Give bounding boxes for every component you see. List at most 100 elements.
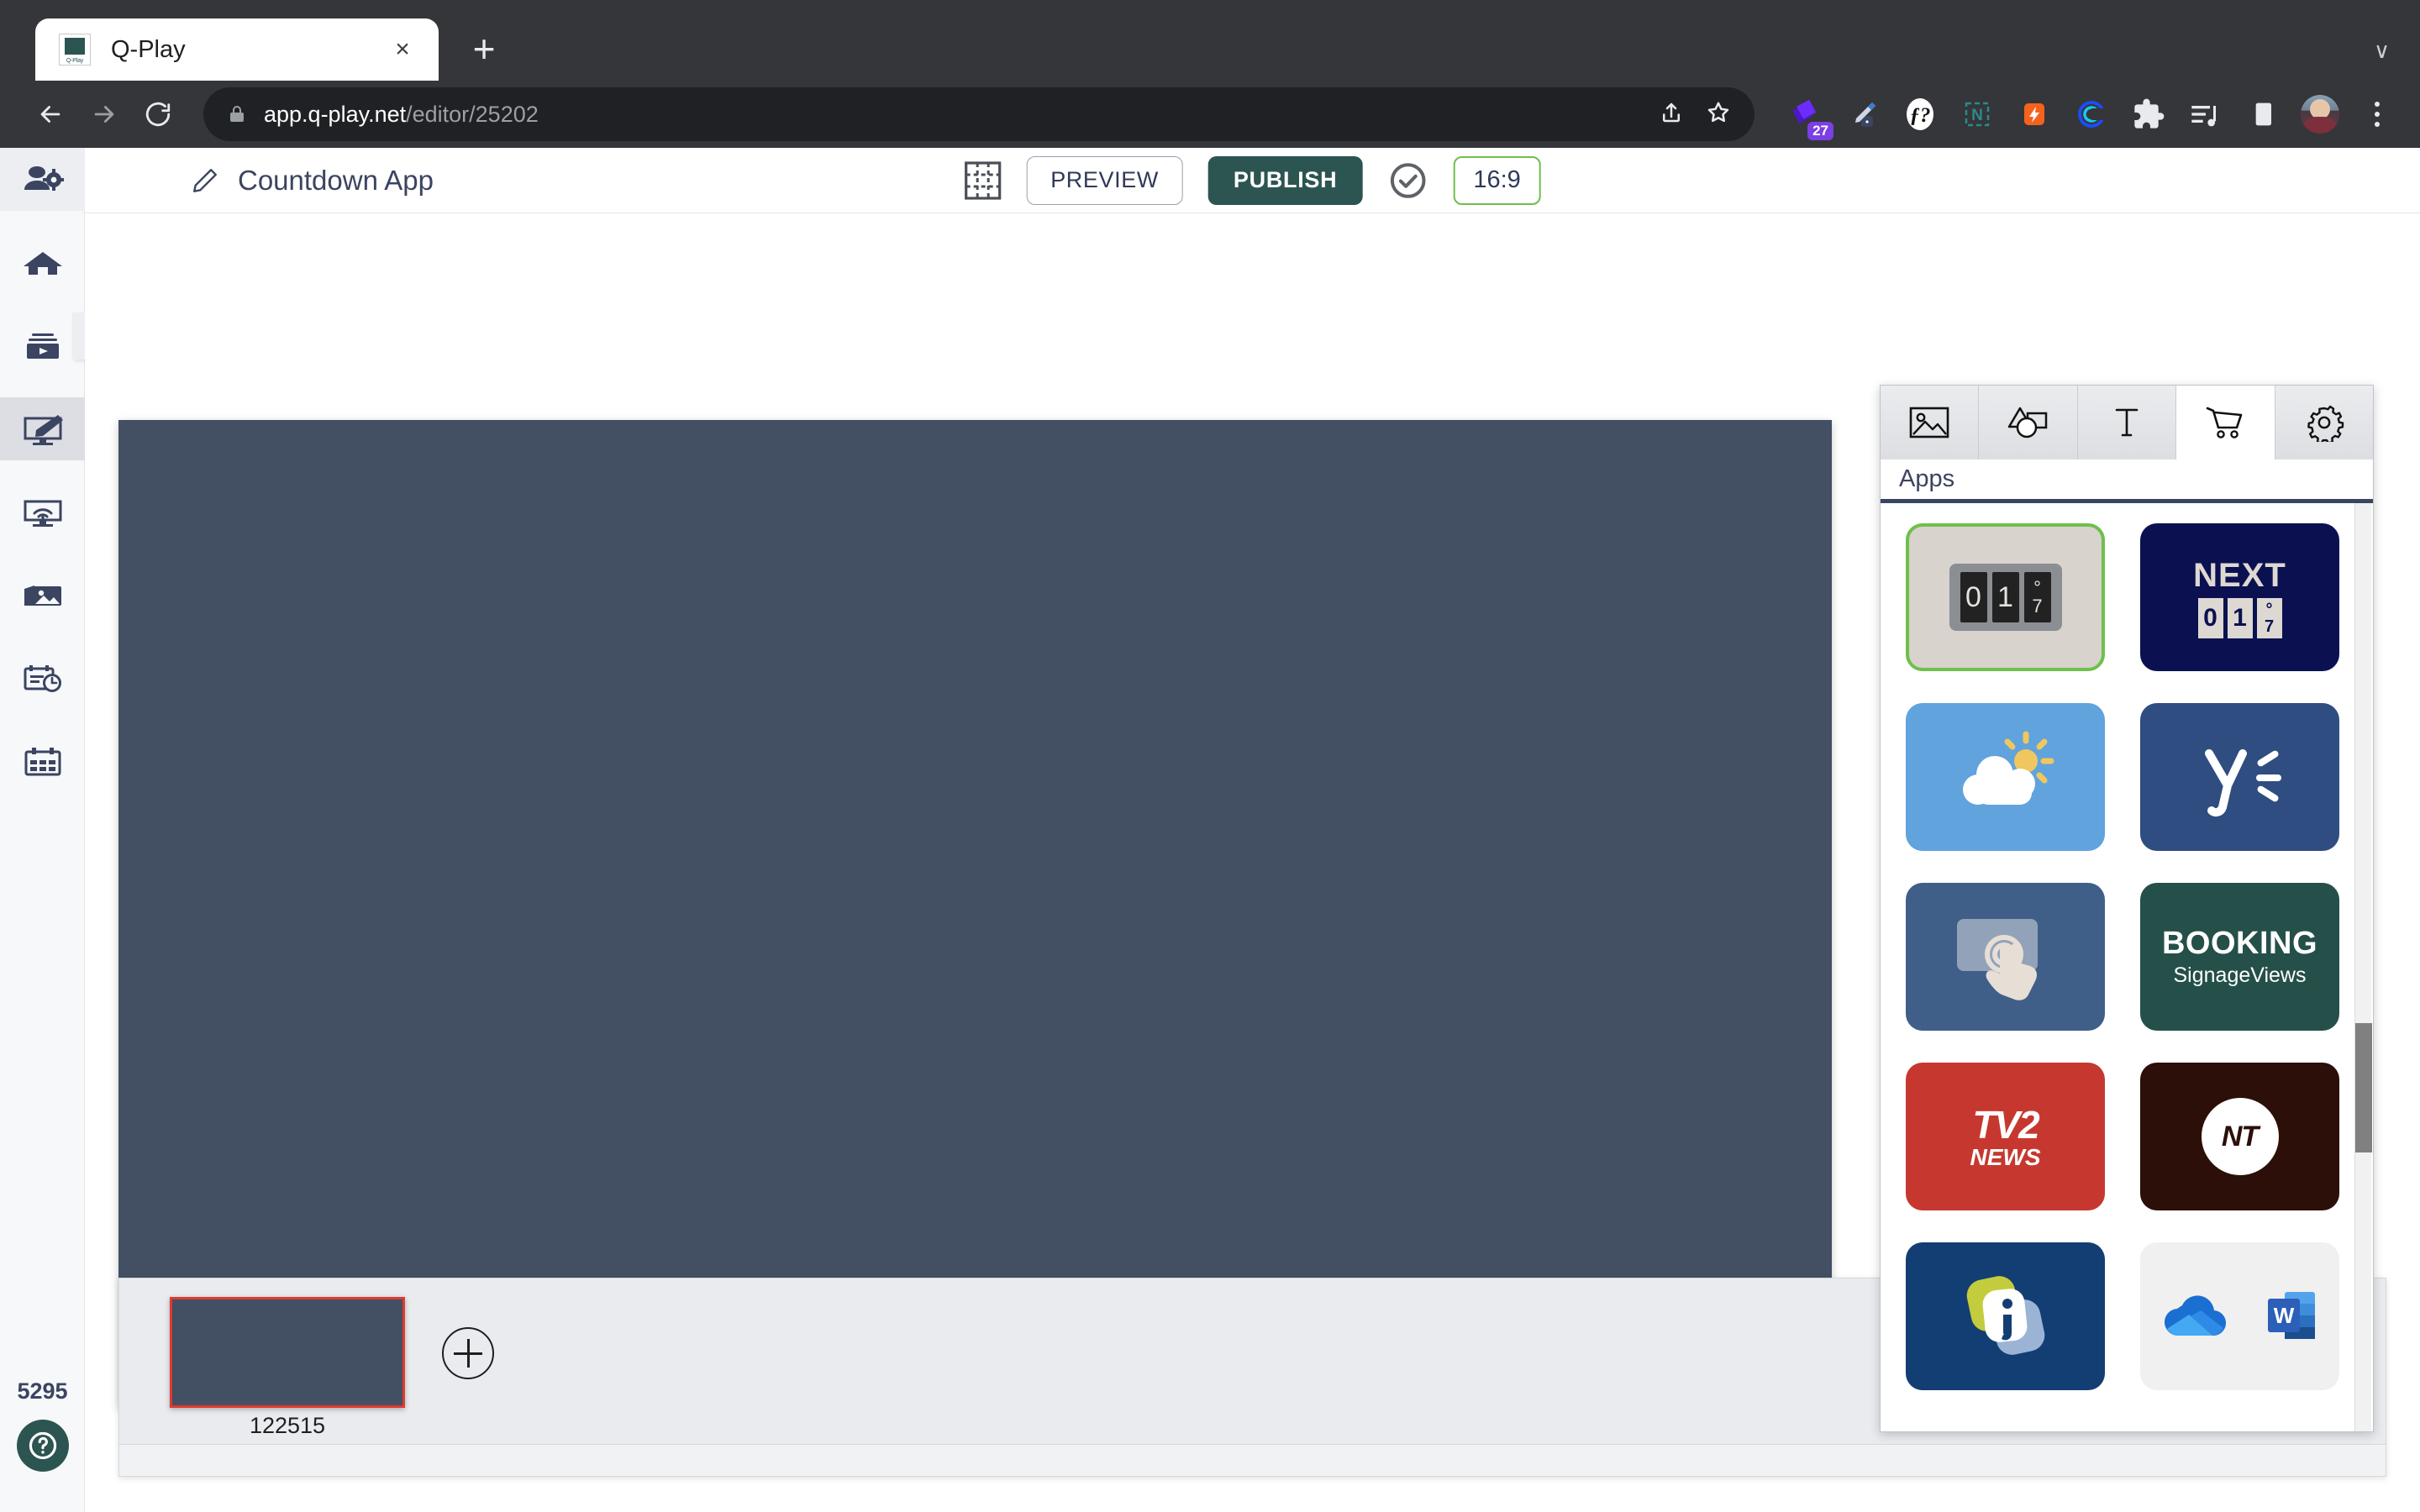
app-tile-yammer[interactable] (2140, 703, 2339, 851)
slide-thumbnail[interactable] (170, 1297, 405, 1408)
panel-heading: Apps (1881, 459, 2373, 503)
publish-button[interactable]: PUBLISH (1207, 155, 1363, 205)
f-question-extension-icon[interactable]: ƒ? (1901, 95, 1939, 134)
tab-title: Q-Play (111, 35, 186, 63)
next-digit: 0 (2197, 597, 2223, 638)
orange-bolt-extension-icon[interactable] (2015, 95, 2054, 134)
sidebar-item-calendar[interactable] (0, 730, 85, 793)
tab-text[interactable] (2077, 386, 2177, 459)
pencil-icon (193, 168, 217, 192)
question-circle-icon (29, 1431, 56, 1460)
header-actions: PREVIEW PUBLISH 16:9 (964, 155, 1541, 205)
browser-tab[interactable]: Q-Play Q-Play × (35, 18, 439, 81)
playlist-music-icon[interactable] (2186, 95, 2225, 134)
tab-images[interactable] (1881, 386, 1980, 459)
media-library-icon (24, 585, 61, 606)
app-tile-onedrive-word[interactable]: W (2140, 1242, 2339, 1390)
app-tile-next-counter[interactable]: NEXT 0 1 ° 7 (2140, 523, 2339, 671)
preview-button[interactable]: PREVIEW (1026, 155, 1183, 205)
text-icon (2115, 408, 2139, 437)
svg-text:W: W (2273, 1303, 2294, 1328)
qplay-favicon: Q-Play (59, 34, 91, 66)
bookmark-star-icon[interactable] (1706, 100, 1731, 129)
tab-shapes[interactable] (1979, 386, 2078, 459)
sidebar-item-home[interactable] (0, 231, 85, 294)
back-icon[interactable] (24, 87, 77, 141)
close-tab-icon[interactable]: × (383, 30, 422, 69)
calendar-icon (24, 747, 60, 775)
panel-scrollbar[interactable] (2354, 503, 2372, 1431)
sidebar-item-media-library[interactable] (0, 564, 85, 627)
home-icon (23, 251, 62, 275)
tab-strip: Q-Play Q-Play × + ∨ (0, 0, 2420, 81)
profile-avatar[interactable] (2301, 95, 2339, 134)
page-title: Countdown App (238, 164, 434, 196)
shapes-icon (2007, 407, 2047, 438)
app-tile-nt[interactable]: NT (2140, 1063, 2339, 1210)
panel-tabs (1881, 386, 2374, 459)
purple-diamond-extension-icon[interactable]: 27 (1786, 95, 1833, 140)
tab-settings[interactable] (2275, 386, 2374, 459)
chrome-menu-icon[interactable] (2358, 95, 2396, 134)
booking-title: BOOKING (2161, 926, 2318, 961)
sidebar-item-broadcast-screen[interactable] (0, 480, 85, 543)
share-icon[interactable] (1659, 100, 1684, 129)
tab-list-chevron-down-icon[interactable]: ∨ (2374, 38, 2390, 64)
user-settings-icon (24, 165, 64, 191)
next-word: NEXT (2193, 556, 2286, 594)
pipette-extension-icon[interactable] (1844, 95, 1882, 134)
extension-badge-count: 27 (1807, 122, 1833, 140)
schedule-clock-icon (24, 664, 61, 692)
side-panel-icon[interactable] (2244, 95, 2282, 134)
slide-canvas[interactable] (118, 420, 1832, 1407)
gear-icon (2307, 405, 2344, 442)
add-slide-button[interactable] (442, 1327, 494, 1379)
extensions-strip: 27 ƒ? N (1786, 95, 2396, 140)
image-icon (1909, 407, 1949, 438)
sidebar-item-schedule-clock[interactable] (0, 647, 85, 710)
weather-cloud-sun-icon (1962, 731, 2054, 805)
info-app-icon (1966, 1276, 2044, 1355)
nt-wordmark: NT (2221, 1120, 2259, 1152)
counter-digit-split: ° 7 (2023, 572, 2051, 622)
check-circle-icon[interactable] (1387, 160, 1428, 201)
app-tile-touch-interactive[interactable] (1906, 883, 2105, 1031)
yammer-icon (2204, 748, 2281, 816)
forward-icon[interactable] (77, 87, 131, 141)
address-bar[interactable]: app.q-play.net/editor/25202 (203, 87, 1754, 141)
booking-logo: BOOKING SignageViews (2162, 926, 2317, 988)
aspect-ratio-badge[interactable]: 16:9 (1453, 155, 1541, 205)
project-title-group[interactable]: Countdown App (191, 165, 434, 197)
nt-logo: NT (2201, 1098, 2279, 1175)
counter-digit-bottom: 7 (2032, 596, 2043, 617)
touch-screen-icon (1956, 919, 2038, 1000)
next-counter-logo: NEXT 0 1 ° 7 (2193, 557, 2286, 638)
grid-icon[interactable] (964, 160, 1001, 200)
puzzle-extensions-icon[interactable] (2129, 95, 2168, 134)
blue-c-extension-icon[interactable] (2072, 95, 2111, 134)
counter-digit-top: ° (2033, 577, 2041, 598)
notion-extension-icon[interactable]: N (1958, 95, 1996, 134)
tab-apps[interactable] (2176, 386, 2275, 459)
favicon-label: Q-Play (66, 58, 84, 64)
list-item[interactable]: 122515 (170, 1297, 405, 1439)
account-number: 5295 (17, 1378, 68, 1404)
app-tile-counter[interactable]: 0 1 ° 7 (1906, 523, 2105, 671)
slide-label: 122515 (249, 1413, 326, 1438)
app-tile-booking-signageviews[interactable]: BOOKING SignageViews (2140, 883, 2339, 1031)
timeline-scroll-strip[interactable] (119, 1444, 2386, 1476)
sidebar-item-design-editor[interactable] (0, 397, 85, 460)
next-digit: 1 (2227, 597, 2253, 638)
word-icon: W (2267, 1292, 2315, 1339)
svg-text:N: N (1971, 107, 1983, 124)
panel-scrollbar-thumb[interactable] (2355, 1022, 2372, 1153)
help-button[interactable] (16, 1420, 69, 1472)
reload-icon[interactable] (131, 87, 185, 141)
new-tab-button[interactable]: + (457, 22, 511, 76)
qplay-app: 5295 > Countdown App (0, 148, 2420, 1512)
app-tile-weather[interactable] (1906, 703, 2105, 851)
tv2-wordmark: TV2 (1972, 1103, 2039, 1147)
sidebar-item-user-settings[interactable] (0, 148, 85, 211)
app-tile-info[interactable] (1906, 1242, 2105, 1390)
app-tile-tv2-news[interactable]: TV2 NEWS (1906, 1063, 2105, 1210)
